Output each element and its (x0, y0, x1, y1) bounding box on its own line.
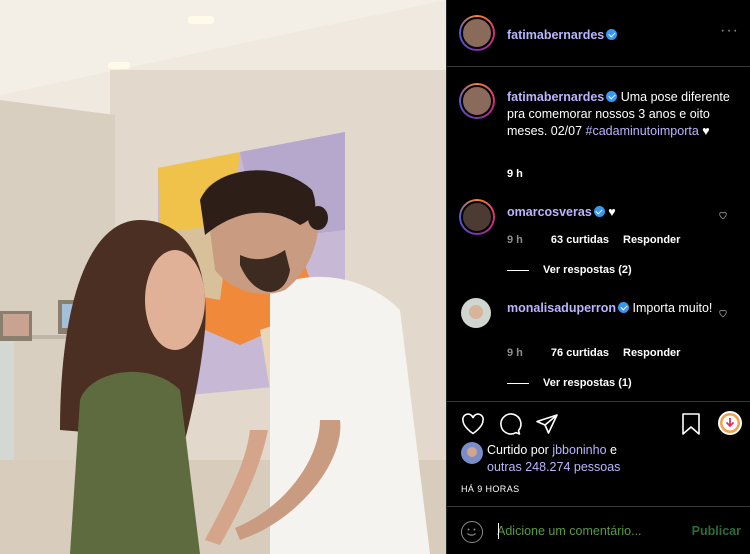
likes-and: e (606, 443, 617, 457)
caption-hashtag[interactable]: #cadaminutoimporta (586, 124, 699, 138)
couple-photo-image (0, 0, 446, 554)
caption-time[interactable]: 9 h (507, 168, 523, 180)
comment-meta: 9 h 63 curtidas Responder (507, 234, 680, 246)
post-timestamp[interactable]: HÁ 9 HORAS (461, 484, 520, 494)
author-name-row: fatimabernardes (507, 26, 618, 44)
comment-meta: 9 h 76 curtidas Responder (507, 347, 680, 359)
comment-reply-button[interactable]: Responder (623, 347, 680, 359)
comment-text: Importa muito! (629, 301, 713, 315)
comment-like-heart-icon[interactable] (718, 210, 728, 220)
comment-text: ♥ (604, 205, 616, 219)
likes-others-link[interactable]: outras 248.274 pessoas (487, 460, 620, 474)
verified-icon (593, 206, 605, 217)
bookmark-icon[interactable] (681, 413, 701, 440)
text-cursor (498, 523, 499, 539)
heart-icon[interactable] (461, 413, 485, 440)
comment-reply-button[interactable]: Responder (623, 234, 680, 246)
comment-item: omarcosveras ♥ (507, 204, 739, 221)
caption-author-avatar[interactable] (459, 83, 495, 119)
author-avatar[interactable] (459, 15, 495, 51)
replies-divider (507, 382, 529, 384)
comment-avatar-monalisaduperron[interactable] (461, 298, 491, 328)
comment-likes[interactable]: 63 curtidas (551, 234, 609, 246)
emoji-icon[interactable] (461, 521, 483, 543)
likes-summary: Curtido por jbboninho e outras 248.274 p… (487, 442, 620, 476)
likes-prefix: Curtido por (487, 443, 553, 457)
share-icon[interactable] (535, 413, 559, 440)
download-icon[interactable] (718, 411, 742, 435)
caption-heart: ♥ (702, 124, 710, 138)
comment-avatar-omarcosveras[interactable] (459, 199, 495, 235)
more-icon[interactable]: ··· (720, 22, 739, 40)
comment-username[interactable]: monalisaduperron (507, 301, 616, 315)
comment-likes[interactable]: 76 curtidas (551, 347, 609, 359)
replies-divider (507, 269, 529, 271)
post-header: fatimabernardes ··· (447, 0, 750, 67)
verified-icon (618, 302, 630, 313)
add-comment-bar: Publicar (447, 506, 750, 554)
comment-time[interactable]: 9 h (507, 347, 523, 359)
caption-author-username[interactable]: fatimabernardes (507, 90, 604, 104)
view-replies-button[interactable]: Ver respostas (1) (507, 377, 632, 389)
verified-icon (606, 29, 618, 40)
view-replies-label: Ver respostas (1) (543, 377, 632, 389)
liker-avatar[interactable] (461, 442, 483, 464)
comment-icon[interactable] (498, 412, 522, 441)
comment-time[interactable]: 9 h (507, 234, 523, 246)
comment-username[interactable]: omarcosveras (507, 205, 592, 219)
comment-item: monalisaduperron Importa muito! (507, 300, 739, 317)
comment-input[interactable] (497, 521, 687, 541)
verified-icon (606, 91, 618, 102)
author-username[interactable]: fatimabernardes (507, 28, 604, 42)
post-caption: fatimabernardes Uma pose diferente pra c… (507, 89, 739, 140)
liker-username[interactable]: jbboninho (552, 443, 606, 457)
publish-button[interactable]: Publicar (692, 524, 741, 538)
comment-like-heart-icon[interactable] (718, 308, 728, 318)
view-replies-button[interactable]: Ver respostas (2) (507, 264, 632, 276)
view-replies-label: Ver respostas (2) (543, 264, 632, 276)
post-detail-panel: fatimabernardes ··· fatimabernardes Uma … (446, 0, 750, 554)
post-photo[interactable] (0, 0, 446, 554)
